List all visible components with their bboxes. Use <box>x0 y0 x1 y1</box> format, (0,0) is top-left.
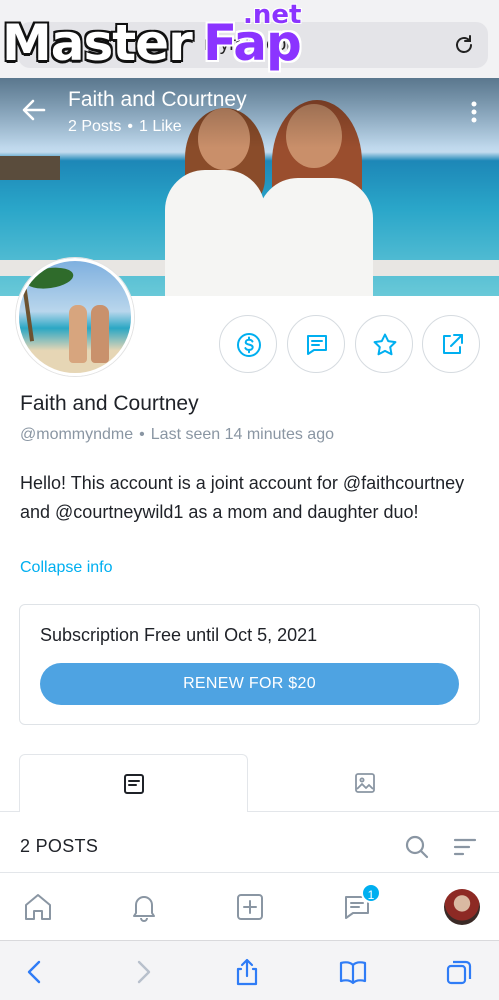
url-text[interactable]: mymm.com <box>18 34 488 56</box>
stats-separator: • <box>127 118 133 135</box>
star-icon <box>373 333 397 356</box>
last-seen: Last seen 14 minutes ago <box>150 426 334 443</box>
back-icon <box>27 960 41 984</box>
posts-count-stat: 2 Posts <box>68 118 122 135</box>
likes-count-stat: 1 Like <box>138 118 182 135</box>
forward-icon <box>137 960 151 984</box>
subscription-card: Subscription Free until Oct 5, 2021 RENE… <box>19 604 480 725</box>
media-icon <box>355 773 375 793</box>
search-icon[interactable] <box>404 834 430 860</box>
profile-bio: Hello! This account is a joint account f… <box>20 473 465 522</box>
browser-back-button[interactable] <box>20 957 50 987</box>
message-icon <box>307 335 327 355</box>
nav-new-post[interactable] <box>234 891 266 923</box>
home-icon <box>25 894 51 920</box>
profile-avatar-nav[interactable] <box>444 889 480 925</box>
profile-handle: @mommyndme <box>20 426 134 443</box>
cover-person <box>165 170 265 296</box>
tab-media[interactable] <box>251 754 480 812</box>
cover-pier <box>0 156 60 180</box>
avatar-palm <box>20 264 75 342</box>
tip-button[interactable] <box>219 315 277 373</box>
avatar-person <box>69 305 87 363</box>
cover-person <box>258 178 373 296</box>
sort-icon[interactable] <box>452 836 478 858</box>
cover-stats: 2 Posts • 1 Like <box>68 118 182 136</box>
bell-icon <box>133 896 155 922</box>
browser-forward-button[interactable] <box>128 957 158 987</box>
handle-separator: • <box>139 426 145 443</box>
back-arrow-icon[interactable] <box>20 96 48 124</box>
avatar-person <box>91 305 109 363</box>
renew-button[interactable]: RENEW FOR $20 <box>40 663 459 705</box>
posts-icon <box>124 774 144 794</box>
browser-address-area: mymm.com <box>0 0 499 78</box>
browser-bookmarks-button[interactable] <box>338 957 368 987</box>
profile-name: Faith and Courtney <box>20 392 199 415</box>
posts-count: 2 POSTS <box>20 836 99 856</box>
share-profile-button[interactable] <box>422 315 480 373</box>
app-bottom-nav: 1 <box>0 872 499 940</box>
collapse-info-link[interactable]: Collapse info <box>20 559 113 577</box>
bookmarks-icon <box>339 961 367 985</box>
address-bar[interactable]: mymm.com <box>18 22 488 68</box>
browser-share-button[interactable] <box>232 957 262 987</box>
reload-icon[interactable] <box>452 33 476 57</box>
browser-tabs-button[interactable] <box>444 957 474 987</box>
more-options-icon[interactable] <box>471 100 477 124</box>
share-icon <box>236 958 258 986</box>
tab-posts[interactable] <box>19 754 248 813</box>
posts-header: 2 POSTS <box>0 812 499 872</box>
nav-notifications[interactable] <box>128 891 160 923</box>
messages-badge: 1 <box>361 883 381 903</box>
dollar-icon <box>237 333 261 357</box>
profile-avatar[interactable] <box>16 258 134 376</box>
favorite-button[interactable] <box>355 315 413 373</box>
tabs-icon <box>446 960 472 985</box>
subscription-status: Subscription Free until Oct 5, 2021 <box>40 625 318 645</box>
browser-toolbar <box>0 940 499 1000</box>
cover-profile-name: Faith and Courtney <box>68 88 247 111</box>
content-tabs <box>0 754 499 813</box>
nav-home[interactable] <box>22 891 54 923</box>
add-icon <box>237 894 263 920</box>
share-icon <box>443 334 463 354</box>
message-button[interactable] <box>287 315 345 373</box>
profile-handle-line: @mommyndme • Last seen 14 minutes ago <box>20 426 334 444</box>
